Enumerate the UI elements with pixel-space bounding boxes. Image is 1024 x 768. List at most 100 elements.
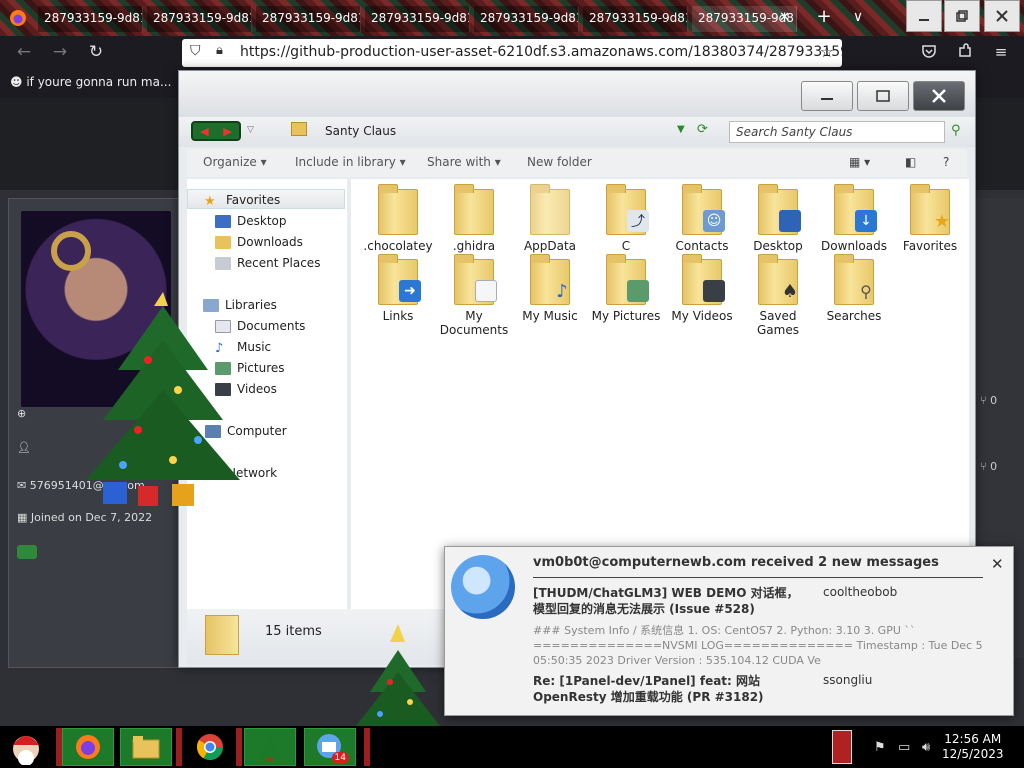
folder-item[interactable]: ⚲ Searches	[817, 254, 891, 323]
hamburger-menu-icon[interactable]: ≡	[990, 43, 1012, 65]
new-tab-button[interactable]: +	[812, 6, 836, 30]
extensions-icon[interactable]	[954, 43, 976, 65]
clock[interactable]: 12:56 AM 12/5/2023	[942, 732, 1004, 762]
address-dropdown-icon[interactable]: ▼	[677, 124, 685, 135]
bookmark-favicon-icon: ☻	[10, 75, 27, 89]
reload-icon[interactable]: ↻	[84, 41, 108, 65]
folder-item[interactable]: ↓ Downloads	[817, 184, 891, 253]
browser-tab[interactable]: 287933159-9d817	[474, 6, 579, 32]
folder-item[interactable]: My Videos	[665, 254, 739, 323]
fork-count: ⑂ 0	[980, 394, 998, 407]
folder-item[interactable]: ★ Favorites	[893, 184, 967, 253]
lock-icon[interactable]: 🔒︎	[216, 43, 223, 58]
bookmark-star-icon[interactable]: ☆	[820, 42, 834, 61]
nav-desktop[interactable]: Desktop	[187, 211, 345, 231]
taskbar-separator	[236, 728, 242, 766]
shield-icon[interactable]: ⛉	[190, 43, 201, 59]
explorer-minimize-button[interactable]	[801, 81, 853, 111]
folder-item[interactable]: ♪ My Music	[513, 254, 587, 323]
include-in-library-button[interactable]: Include in library ▾	[295, 155, 406, 169]
search-input[interactable]: Search Santy Claus	[729, 121, 945, 143]
bookmark-item[interactable]: ☻ if youre gonna run ma...	[10, 75, 171, 89]
address-path[interactable]: Santy Claus	[325, 124, 396, 138]
folder-item[interactable]: Desktop	[741, 184, 815, 253]
folder-label: C	[621, 239, 631, 253]
folder-label: My Pictures	[591, 309, 661, 323]
browser-tab[interactable]: 287933159-9d817	[147, 6, 252, 32]
folder-label: Downloads	[821, 239, 887, 253]
folder-item[interactable]: ♠ Saved Games	[741, 254, 815, 337]
action-center-flag-icon[interactable]: ⚑	[874, 740, 886, 755]
nav-downloads[interactable]: Downloads	[187, 232, 345, 252]
divider	[533, 577, 983, 578]
message-subject[interactable]: Re: [1Panel-dev/1Panel] feat: 网站 OpenRes…	[533, 673, 809, 705]
taskbar-tree-gadget[interactable]	[244, 728, 296, 766]
recent-pages-dropdown-icon[interactable]: ▽	[247, 125, 254, 135]
search-icon[interactable]: ⚲	[951, 123, 961, 138]
browser-tab[interactable]: 287933159-9d817	[365, 6, 470, 32]
nav-favorites[interactable]: ★ Favorites	[187, 189, 345, 209]
tab-close-icon[interactable]: ✕	[779, 10, 790, 25]
zoom-icon[interactable]: ⊕	[17, 407, 26, 420]
refresh-icon[interactable]: ⟳	[697, 122, 708, 137]
url-bar[interactable]: ⛉ 🔒︎ https://github-production-user-asse…	[182, 39, 842, 67]
back-forward-buttons[interactable]: ◀ ▶	[191, 121, 241, 141]
change-view-icon[interactable]: ▦ ▾	[849, 155, 870, 169]
taskbar-chrome[interactable]	[186, 728, 234, 766]
taskbar-explorer[interactable]	[120, 728, 172, 766]
folder-item[interactable]: My Pictures	[589, 254, 663, 323]
help-button[interactable]: ?	[943, 155, 949, 169]
achievement-badge-icon[interactable]	[17, 545, 37, 559]
folder-icon	[378, 184, 418, 235]
folder-icon	[454, 184, 494, 235]
explorer-titlebar[interactable]	[179, 71, 975, 117]
minimize-window-button[interactable]	[906, 0, 942, 32]
restore-window-button[interactable]	[944, 0, 980, 32]
folder-item[interactable]: AppData	[513, 184, 587, 253]
browser-tab[interactable]: 287933159-9d817	[38, 6, 143, 32]
christmas-tree-icon	[259, 734, 281, 761]
explorer-maximize-button[interactable]	[857, 81, 909, 111]
folder-icon	[530, 184, 570, 235]
explorer-close-button[interactable]	[913, 81, 965, 111]
new-folder-button[interactable]: New folder	[527, 155, 592, 169]
pocket-icon[interactable]	[918, 43, 940, 65]
desktop-folder-icon	[758, 184, 801, 235]
folder-item[interactable]: ⤴ C	[589, 184, 663, 253]
list-all-tabs-button[interactable]: ∨	[846, 6, 870, 30]
back-arrow-icon[interactable]: ◀	[200, 125, 208, 138]
browser-tab[interactable]: 287933159-9d817	[583, 6, 688, 32]
browser-tab-active[interactable]: 287933159-9d8 ✕	[692, 6, 797, 32]
folder-item[interactable]: .chocolatey	[361, 184, 435, 253]
start-button[interactable]	[4, 728, 48, 766]
mail-notification[interactable]: vm0b0t@computernewb.com received 2 new m…	[444, 546, 1014, 716]
file-list: .chocolatey .ghidra AppData ⤴ C ☺ Contac…	[351, 179, 969, 609]
nav-recent-places[interactable]: Recent Places	[187, 253, 345, 273]
forward-arrow-icon[interactable]: →	[48, 41, 72, 65]
volume-icon[interactable]: 🔊︎	[922, 740, 930, 755]
folder-item[interactable]: ☺ Contacts	[665, 184, 739, 253]
back-arrow-icon[interactable]: ←	[12, 41, 36, 65]
folder-item[interactable]: .ghidra	[437, 184, 511, 253]
explorer-command-bar: Organize ▾ Include in library ▾ Share wi…	[187, 149, 967, 177]
message-preview: ### System Info / 系统信息 1. OS: CentOS7 2.…	[533, 624, 983, 667]
christmas-tree-decoration	[356, 624, 440, 726]
close-window-button[interactable]	[984, 0, 1020, 32]
folder-label: Links	[382, 309, 414, 323]
share-with-button[interactable]: Share with ▾	[427, 155, 501, 169]
folder-item[interactable]: My Documents	[437, 254, 511, 337]
close-icon[interactable]: ✕	[991, 555, 1004, 573]
taskbar-thunderbird[interactable]: 14	[304, 728, 356, 766]
taskbar-firefox[interactable]	[62, 728, 114, 766]
network-icon[interactable]: ▭	[898, 740, 910, 755]
preview-pane-icon[interactable]: ◧	[905, 155, 916, 169]
forward-arrow-icon[interactable]: ▶	[223, 125, 231, 138]
show-hidden-icons-button[interactable]	[832, 730, 852, 764]
firefox-menu-icon[interactable]	[4, 6, 32, 30]
browser-tab[interactable]: 287933159-9d817	[256, 6, 361, 32]
message-subject[interactable]: [THUDM/ChatGLM3] WEB DEMO 对话框，模型回复的消息无法展…	[533, 585, 809, 617]
user-icon: 👤︎	[17, 441, 31, 454]
star-icon: ★	[204, 194, 216, 209]
organize-button[interactable]: Organize ▾	[203, 155, 267, 169]
folder-item[interactable]: ➜ Links	[361, 254, 435, 323]
